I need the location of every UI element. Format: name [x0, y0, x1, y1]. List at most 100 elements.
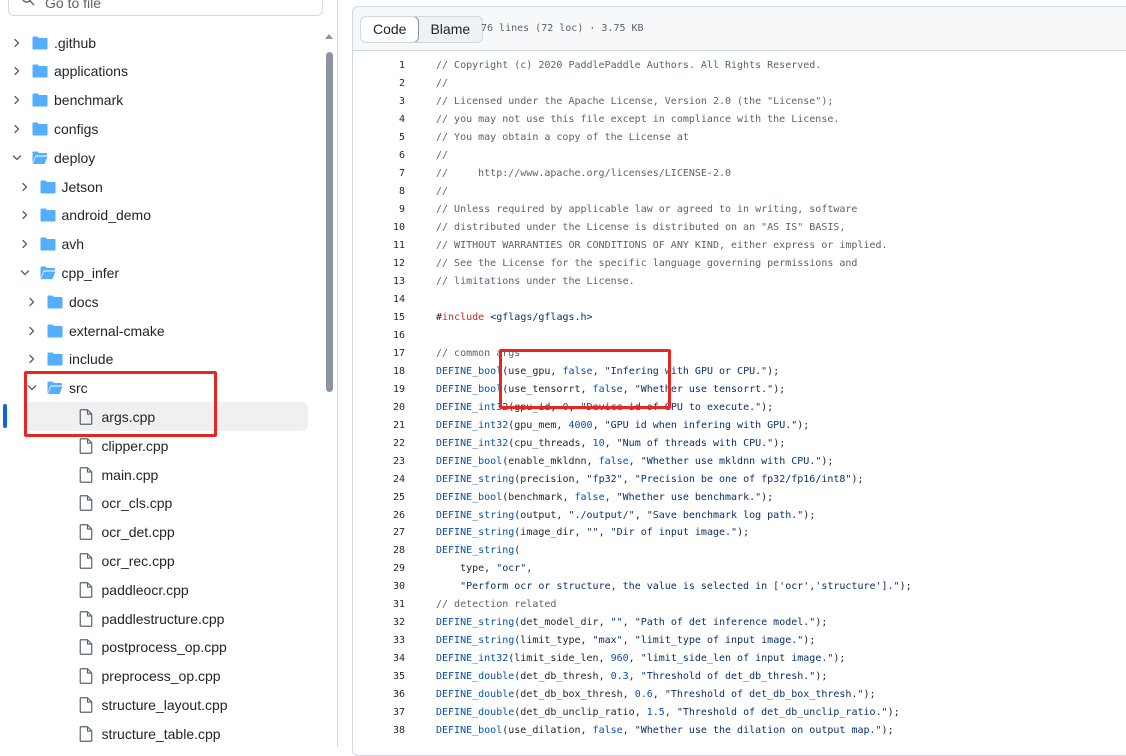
tree-file-preprocess-op-cpp[interactable]: preprocess_op.cpp [79, 662, 389, 691]
tree-file-paddleocr-cpp[interactable]: paddleocr.cpp [79, 575, 389, 604]
code-text: DEFINE_string(precision, "fp32", "Precis… [436, 471, 864, 489]
tree-folder-avh[interactable]: avh [20, 230, 330, 259]
line-number[interactable]: 11 [353, 237, 405, 255]
go-to-file-search[interactable]: Go to file [8, 0, 323, 16]
file-icon [79, 466, 92, 483]
tree-folder-external-cmake[interactable]: external-cmake [27, 316, 337, 345]
line-number[interactable]: 8 [353, 183, 405, 201]
tree-file-ocr-det-cpp[interactable]: ocr_det.cpp [79, 518, 389, 547]
selected-indicator [3, 404, 7, 428]
line-number[interactable]: 31 [353, 596, 405, 614]
line-number[interactable]: 18 [353, 363, 405, 381]
chevron-right-icon[interactable] [12, 95, 22, 105]
line-number[interactable]: 1 [353, 57, 405, 75]
line-number[interactable]: 38 [353, 722, 405, 740]
chevron-right-icon[interactable] [27, 326, 37, 336]
tree-folder-configs[interactable]: configs [12, 114, 322, 143]
chevron-right-icon[interactable] [12, 66, 22, 76]
tree-file-structure-table-cpp[interactable]: structure_table.cpp [79, 719, 389, 748]
chevron-down-icon[interactable] [27, 383, 37, 393]
tree-folder-applications[interactable]: applications [12, 57, 322, 86]
code-token: // WITHOUT WARRANTIES OR CONDITIONS OF A… [436, 239, 888, 251]
line-number[interactable]: 15 [353, 309, 405, 327]
code-text: // distributed under the License is dist… [436, 219, 845, 237]
code-token: <gflags/gflags.h> [490, 311, 593, 323]
tree-file-ocr-cls-cpp[interactable]: ocr_cls.cpp [79, 489, 389, 518]
chevron-right-icon[interactable] [20, 210, 30, 220]
tree-file-postprocess-op-cpp[interactable]: postprocess_op.cpp [79, 633, 389, 662]
tree-folder-include[interactable]: include [27, 345, 337, 374]
line-number[interactable]: 36 [353, 686, 405, 704]
code-token: ); [887, 707, 900, 719]
line-number[interactable]: 2 [353, 75, 405, 93]
code-token: (output, [514, 509, 569, 521]
line-number[interactable]: 21 [353, 417, 405, 435]
tree-folder-deploy[interactable]: deploy [12, 143, 322, 172]
line-number[interactable]: 7 [353, 165, 405, 183]
chevron-right-icon[interactable] [27, 297, 37, 307]
line-number[interactable]: 26 [353, 507, 405, 525]
chevron-down-icon[interactable] [12, 153, 22, 163]
tree-folder-benchmark[interactable]: benchmark [12, 86, 322, 115]
line-number[interactable]: 6 [353, 147, 405, 165]
tree-folder-docs[interactable]: docs [27, 287, 337, 316]
line-number[interactable]: 37 [353, 704, 405, 722]
tree-file-clipper-cpp[interactable]: clipper.cpp [79, 431, 389, 460]
line-number[interactable]: 34 [353, 650, 405, 668]
line-number[interactable]: 14 [353, 291, 405, 309]
code-token: , [592, 419, 605, 431]
tree-file-args-cpp[interactable]: args.cpp [26, 402, 308, 432]
line-number[interactable]: 4 [353, 111, 405, 129]
line-number[interactable]: 29 [353, 560, 405, 578]
line-number[interactable]: 22 [353, 435, 405, 453]
code-token: // you may not use this file except in c… [436, 113, 840, 125]
line-number[interactable]: 10 [353, 219, 405, 237]
line-number[interactable]: 16 [353, 327, 405, 345]
scroll-up-arrow-icon[interactable] [325, 34, 333, 39]
tree-file-main-cpp[interactable]: main.cpp [79, 460, 389, 489]
line-number[interactable]: 17 [353, 345, 405, 363]
line-number[interactable]: 20 [353, 399, 405, 417]
code-token: DEFINE_int32 [436, 437, 509, 449]
line-number[interactable]: 13 [353, 273, 405, 291]
line-number[interactable]: 3 [353, 93, 405, 111]
code-line: 19 DEFINE_bool(use_tensorrt, false, "Whet… [353, 381, 1126, 399]
tree-file-ocr-rec-cpp[interactable]: ocr_rec.cpp [79, 546, 389, 575]
line-number[interactable]: 27 [353, 524, 405, 542]
tab-blame[interactable]: Blame [418, 17, 482, 42]
code-token: , [628, 455, 641, 467]
tree-item-label: paddleocr.cpp [101, 581, 189, 598]
line-number[interactable]: 5 [353, 129, 405, 147]
tab-code[interactable]: Code [361, 17, 420, 42]
line-number[interactable]: 25 [353, 489, 405, 507]
code-text: DEFINE_int32(limit_side_len, 960, "limit… [436, 650, 845, 668]
code-token: , [604, 437, 617, 449]
line-number[interactable]: 33 [353, 632, 405, 650]
tree-folder-jetson[interactable]: Jetson [20, 172, 330, 201]
tree-folder-cpp-infer[interactable]: cpp_infer [20, 258, 330, 287]
line-number[interactable]: 19 [353, 381, 405, 399]
chevron-right-icon[interactable] [12, 124, 22, 134]
chevron-right-icon[interactable] [20, 182, 30, 192]
chevron-down-icon[interactable] [20, 268, 30, 278]
tree-file-structure-layout-cpp[interactable]: structure_layout.cpp [79, 690, 389, 719]
chevron-right-icon[interactable] [27, 354, 37, 364]
line-number[interactable]: 23 [353, 453, 405, 471]
tree-file-paddlestructure-cpp[interactable]: paddlestructure.cpp [79, 604, 389, 633]
line-number[interactable]: 32 [353, 614, 405, 632]
chevron-right-icon[interactable] [12, 38, 22, 48]
chevron-right-icon[interactable] [20, 239, 30, 249]
line-number[interactable]: 30 [353, 578, 405, 596]
tree-folder-android-demo[interactable]: android_demo [20, 201, 330, 230]
scrollbar-thumb[interactable] [326, 52, 333, 392]
code-token: // See the License for the specific lang… [436, 257, 858, 269]
line-number[interactable]: 12 [353, 255, 405, 273]
code-token: (limit_side_len, [508, 653, 611, 665]
line-number[interactable]: 9 [353, 201, 405, 219]
line-number[interactable]: 24 [353, 471, 405, 489]
tree-folder--github[interactable]: .github [12, 28, 322, 57]
sidebar-scrollbar[interactable] [323, 30, 335, 747]
line-number[interactable]: 35 [353, 668, 405, 686]
line-number[interactable]: 28 [353, 542, 405, 560]
tree-folder-src[interactable]: src [27, 374, 337, 403]
